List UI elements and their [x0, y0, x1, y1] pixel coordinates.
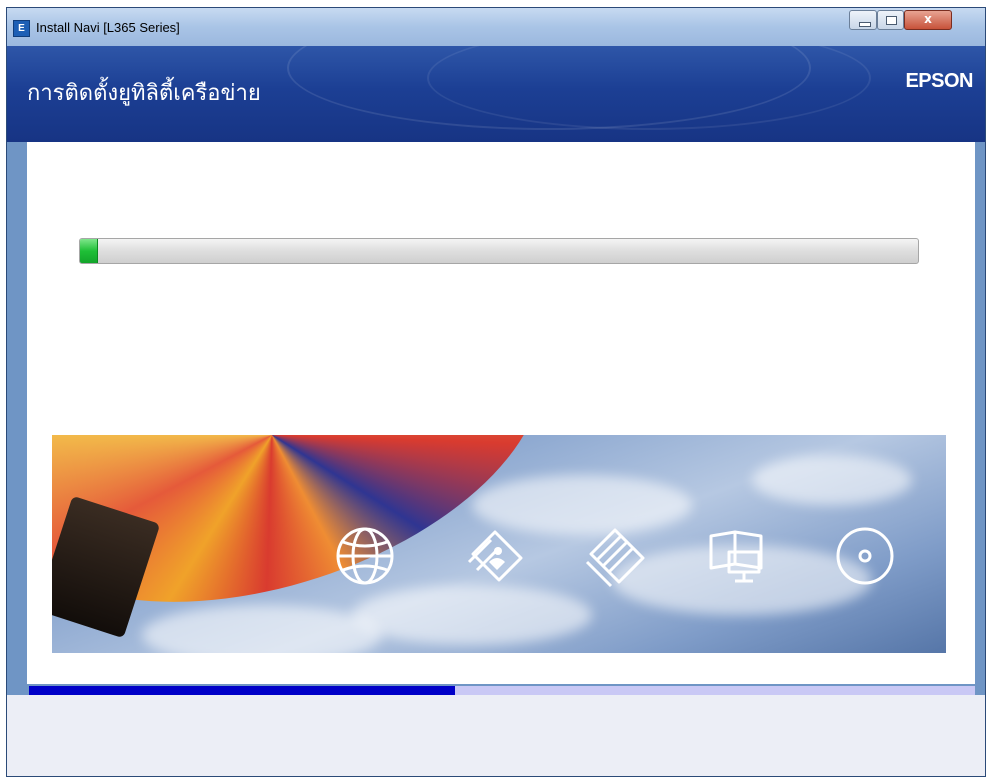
- photos-icon: [467, 530, 523, 582]
- installer-window: E Install Navi [L365 Series] x การติดตั้…: [6, 7, 986, 777]
- window-title: Install Navi [L365 Series]: [36, 20, 180, 35]
- maximize-button[interactable]: [877, 10, 904, 30]
- step-progress-bar: [29, 686, 975, 695]
- content-panel: [27, 142, 975, 684]
- window-titlebar[interactable]: E Install Navi [L365 Series] x: [7, 8, 985, 46]
- manual-monitor-icon: [709, 530, 763, 583]
- minimize-button[interactable]: [849, 10, 877, 30]
- page-title: การติดตั้งยูทิลิตี้เครือข่าย: [27, 81, 261, 106]
- installer-header: การติดตั้งยูทิลิตี้เครือข่าย EPSON: [7, 46, 985, 142]
- documents-icon: [585, 528, 645, 588]
- close-icon: x: [924, 12, 932, 26]
- disc-icon: [836, 527, 894, 585]
- epson-logo: EPSON: [905, 70, 973, 92]
- app-icon: E: [13, 20, 30, 37]
- globe-icon: [336, 527, 394, 585]
- install-progress-fill: [80, 239, 98, 263]
- install-progress-bar: [79, 238, 919, 264]
- close-button[interactable]: x: [904, 10, 952, 30]
- step-progress-fill: [29, 686, 455, 695]
- hero-banner: [52, 435, 946, 653]
- footer-area: [7, 695, 985, 776]
